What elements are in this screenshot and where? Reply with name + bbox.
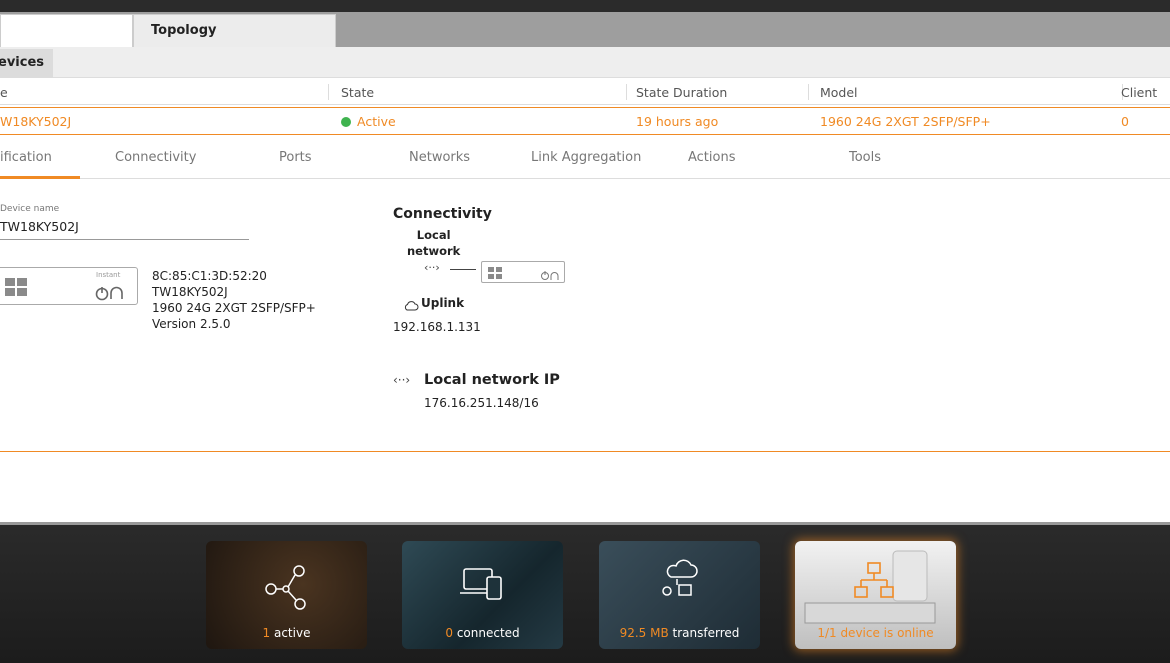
row-clients: 0 bbox=[1121, 114, 1129, 129]
detail-tabs: ification Connectivity Ports Networks Li… bbox=[0, 137, 1170, 179]
connectivity-title: Connectivity bbox=[393, 206, 492, 222]
row-state-duration: 19 hours ago bbox=[636, 114, 719, 129]
column-divider bbox=[328, 84, 329, 100]
local-network-ip-value: 176.16.251.148/16 bbox=[424, 396, 539, 410]
active-tab-indicator bbox=[0, 176, 80, 179]
clients-card[interactable]: 0 connected bbox=[402, 541, 563, 649]
traffic-card[interactable]: 92.5 MB transferred bbox=[599, 541, 760, 649]
uplink-label: Uplink bbox=[421, 296, 465, 310]
tab-devices[interactable]: evices bbox=[0, 49, 53, 78]
local-network-icon: ‹··› bbox=[393, 373, 411, 387]
col-header-clients[interactable]: Client bbox=[1121, 85, 1157, 100]
col-header-state[interactable]: State bbox=[341, 85, 374, 100]
active-count: 1 bbox=[262, 626, 271, 640]
device-name-label: Device name bbox=[0, 204, 60, 214]
device-info: 8C:85:C1:3D:52:20 TW18KY502J 1960 24G 2X… bbox=[152, 268, 316, 332]
device-status-card[interactable]: 1/1 device is online bbox=[795, 541, 956, 649]
clients-text: connected bbox=[456, 626, 520, 640]
tab-actions[interactable]: Actions bbox=[688, 150, 736, 165]
firmware-version: Version 2.5.0 bbox=[152, 317, 231, 331]
mac-address: 8C:85:C1:3D:52:20 bbox=[152, 269, 267, 283]
traffic-text: transferred bbox=[672, 626, 740, 640]
tab-ports[interactable]: Ports bbox=[279, 150, 312, 165]
traffic-caption: 92.5 MB transferred bbox=[599, 626, 760, 640]
row-device-name: W18KY502J bbox=[0, 114, 72, 129]
tab-connectivity[interactable]: Connectivity bbox=[115, 150, 196, 165]
tab-tools[interactable]: Tools bbox=[849, 150, 881, 165]
switch-small-icon bbox=[488, 267, 559, 280]
device-panel: evices e State State Duration Model Clie… bbox=[0, 47, 1170, 525]
device-thumbnail bbox=[481, 261, 565, 283]
local-network-ip-label: Local network IP bbox=[424, 372, 560, 388]
col-header-state-duration[interactable]: State Duration bbox=[636, 85, 727, 100]
sub-tab-bar: evices bbox=[0, 47, 1170, 78]
device-model: 1960 24G 2XGT 2SFP/SFP+ bbox=[152, 301, 316, 315]
col-header-model[interactable]: Model bbox=[820, 85, 858, 100]
column-divider bbox=[626, 84, 627, 100]
section-divider bbox=[0, 451, 1170, 452]
table-row[interactable]: W18KY502J Active 19 hours ago 1960 24G 2… bbox=[0, 107, 1170, 135]
brand-small-text: Instant bbox=[96, 271, 121, 279]
traffic-amount: 92.5 MB bbox=[619, 626, 669, 640]
local-network-line1: Local bbox=[416, 228, 451, 242]
device-image: Instant bbox=[0, 267, 138, 305]
status-active-dot bbox=[341, 117, 351, 127]
active-caption: 1 active bbox=[206, 626, 367, 640]
uplink-ip: 192.168.1.131 bbox=[393, 320, 481, 334]
clients-caption: 0 connected bbox=[402, 626, 563, 640]
tab-link-aggregation[interactable]: Link Aggregation bbox=[531, 150, 641, 165]
clients-count: 0 bbox=[445, 626, 453, 640]
tab-networks[interactable]: Networks bbox=[409, 150, 470, 165]
cloud-icon bbox=[403, 297, 419, 316]
local-network-label: Local network bbox=[407, 227, 460, 259]
tab-topology[interactable]: Topology bbox=[133, 14, 336, 47]
row-state: Active bbox=[341, 114, 396, 129]
link-line bbox=[450, 269, 476, 270]
local-network-line2: network bbox=[407, 244, 461, 258]
row-state-text: Active bbox=[357, 114, 396, 129]
device-status-caption: 1/1 device is online bbox=[817, 626, 934, 640]
active-sites-card[interactable]: 1 active bbox=[206, 541, 367, 649]
active-text: active bbox=[273, 626, 311, 640]
tab-dashboard[interactable] bbox=[0, 14, 133, 47]
row-model: 1960 24G 2XGT 2SFP/SFP+ bbox=[820, 114, 991, 129]
serial-number: TW18KY502J bbox=[152, 285, 228, 299]
table-header: e State State Duration Model Client bbox=[0, 79, 1170, 105]
col-header-name[interactable]: e bbox=[0, 85, 8, 100]
column-divider bbox=[808, 84, 809, 100]
tab-identification[interactable]: ification bbox=[0, 150, 52, 165]
device-name-field[interactable]: TW18KY502J bbox=[0, 219, 249, 240]
top-tab-bar: Topology bbox=[0, 0, 1170, 47]
link-icon: ‹··› bbox=[424, 261, 440, 274]
